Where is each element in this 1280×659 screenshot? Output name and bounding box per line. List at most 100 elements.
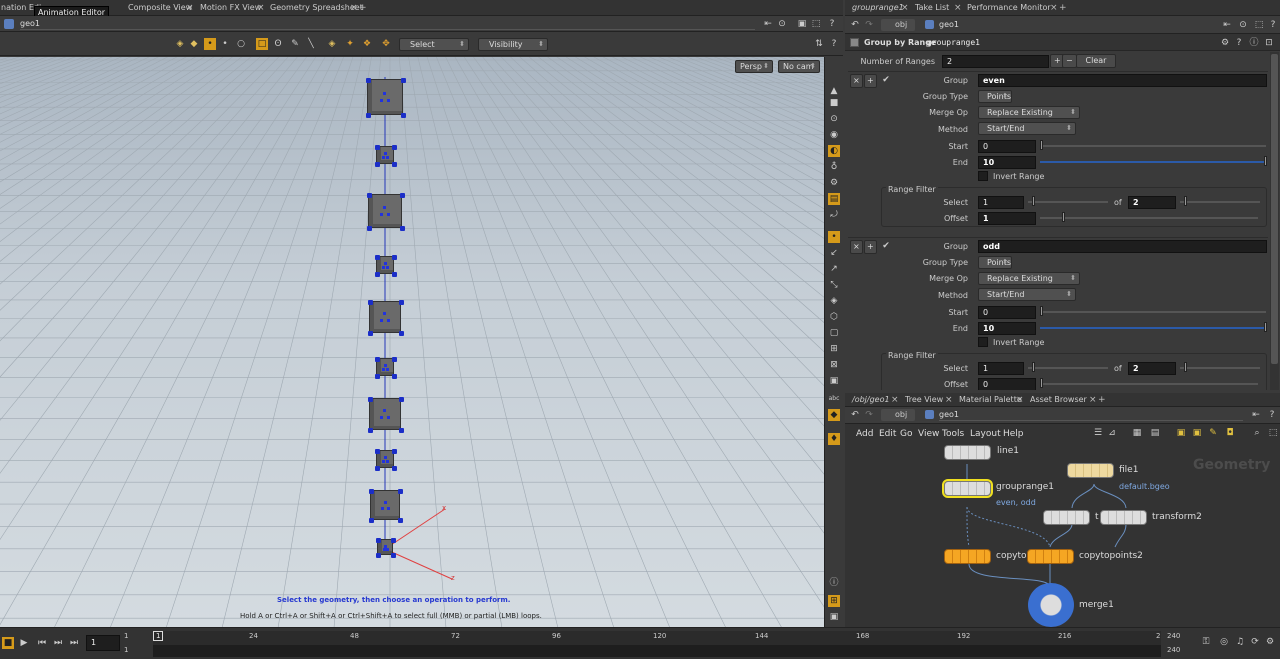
info-icon[interactable]: ⓘ <box>828 577 840 589</box>
close-icon[interactable]: × <box>186 0 194 16</box>
camera-dropdown[interactable]: No cam <box>778 60 820 73</box>
home-icon[interactable]: ▲ <box>828 85 840 97</box>
tab-tree-view[interactable]: Tree View <box>900 393 948 407</box>
paint-select-icon[interactable]: ✎ <box>289 38 301 50</box>
tab-obj-geo1[interactable]: /obj/geo1 <box>847 393 895 407</box>
close-icon[interactable]: × <box>901 0 909 16</box>
start-field[interactable]: 0 <box>978 306 1036 319</box>
close-icon[interactable]: × <box>1089 393 1097 407</box>
add-tab-icon[interactable]: + <box>1059 0 1067 16</box>
remove-block-button[interactable]: × <box>850 74 863 88</box>
instanced-cube[interactable] <box>375 449 397 471</box>
snap-icon[interactable]: ⊙ <box>828 113 840 125</box>
corner-point[interactable] <box>392 449 397 454</box>
corner-point[interactable] <box>392 162 397 167</box>
viewer-options-icon[interactable]: ▣ <box>796 18 808 30</box>
instanced-cube[interactable] <box>368 397 404 433</box>
gear-icon[interactable]: ⚙ <box>1219 37 1231 49</box>
box-select-icon[interactable]: □ <box>256 38 268 50</box>
text-icon[interactable]: abc <box>828 393 840 405</box>
corner-point[interactable] <box>392 466 397 471</box>
select-points-icon[interactable]: • <box>204 38 216 50</box>
forward-icon[interactable]: ↷ <box>863 409 875 421</box>
num-ranges-field[interactable]: 2 <box>942 55 1049 68</box>
corner-point[interactable] <box>368 331 373 336</box>
lock-icon[interactable]: ⊡ <box>1263 37 1275 49</box>
help-icon[interactable]: ? <box>1266 409 1278 421</box>
start-slider-handle[interactable] <box>1040 306 1043 316</box>
corner-point[interactable] <box>375 374 380 379</box>
corner-point[interactable] <box>375 272 380 277</box>
help-icon[interactable]: ? <box>1267 19 1279 31</box>
corner-point[interactable] <box>375 466 380 471</box>
group-field[interactable]: odd <box>978 240 1267 253</box>
link-icon[interactable]: ⊙ <box>776 18 788 30</box>
primnum-icon[interactable]: ⊠ <box>828 359 840 371</box>
maximize-icon[interactable]: ⬚ <box>1253 19 1265 31</box>
add-tab-icon[interactable]: + <box>1098 393 1106 407</box>
3d-viewport[interactable]: x z Persp No cam Select the geometry, th… <box>0 57 824 627</box>
corner-point[interactable] <box>376 553 381 558</box>
corner-point[interactable] <box>376 538 381 543</box>
end-frame-label[interactable]: 240 <box>1167 632 1180 640</box>
node-transform2[interactable] <box>1100 510 1147 525</box>
of-slider[interactable] <box>1180 367 1260 369</box>
tab-asset-browser[interactable]: Asset Browser <box>1025 393 1092 407</box>
corner-point[interactable] <box>375 145 380 150</box>
template-icon[interactable]: ▤ <box>828 193 840 205</box>
corner-point[interactable] <box>367 193 372 198</box>
path-obj[interactable]: obj <box>881 409 915 421</box>
corner-point[interactable] <box>399 428 404 433</box>
snapshot-icon[interactable]: ▣ <box>828 611 840 623</box>
display-icon[interactable]: ◉ <box>828 129 840 141</box>
lit-icon[interactable]: ♦ <box>828 433 840 445</box>
corner-point[interactable] <box>392 255 397 260</box>
corner-point[interactable] <box>392 374 397 379</box>
select-loop-icon[interactable]: ○ <box>235 38 247 50</box>
of-slider-handle[interactable] <box>1184 362 1187 372</box>
instanced-cube[interactable] <box>366 78 406 118</box>
path-dropdown[interactable] <box>939 409 1243 421</box>
node-grouprange1[interactable] <box>942 479 993 498</box>
vertex-icon[interactable]: ⊞ <box>828 343 840 355</box>
corner-point[interactable] <box>392 357 397 362</box>
step-back-icon[interactable]: ⏮ <box>36 637 48 649</box>
corner-point[interactable] <box>368 300 373 305</box>
node-copytopoints1[interactable] <box>944 549 991 564</box>
step-forward-icon[interactable]: ⏭ <box>52 637 64 649</box>
help-icon[interactable]: ? <box>826 18 838 30</box>
close-icon[interactable]: × <box>954 0 962 16</box>
tab-grouprange1[interactable]: grouprange1 <box>847 0 909 16</box>
offset-field[interactable]: 0 <box>978 378 1036 390</box>
corner-point[interactable] <box>366 78 371 83</box>
select-slider-handle[interactable] <box>1032 196 1035 206</box>
select-groups-icon[interactable]: ✦ <box>344 38 356 50</box>
insert-block-button[interactable]: + <box>864 240 877 254</box>
select-field[interactable]: 1 <box>978 362 1024 375</box>
current-frame-marker[interactable]: 1 <box>153 631 164 641</box>
select-objects-icon[interactable]: ◈ <box>174 38 186 50</box>
close-icon[interactable]: × <box>1016 393 1024 407</box>
check-icon[interactable]: ✔ <box>880 74 892 86</box>
end-frame-label-2[interactable]: 240 <box>1167 646 1180 654</box>
method-dropdown[interactable]: Start/End <box>978 288 1076 301</box>
node-file1[interactable] <box>1067 463 1114 478</box>
corner-point[interactable] <box>375 162 380 167</box>
tab-motion-fx-view[interactable]: Motion FX View <box>195 0 266 16</box>
tree-display-icon[interactable]: ⇅ <box>813 38 825 50</box>
ghost-icon[interactable]: ⤾ <box>828 209 840 221</box>
select-slider-handle[interactable] <box>1032 362 1035 372</box>
select-primitive-icon[interactable]: • <box>219 38 231 50</box>
end-slider-handle[interactable] <box>1264 156 1267 166</box>
corner-point[interactable] <box>391 553 396 558</box>
offset-slider[interactable] <box>1040 383 1258 385</box>
shading-icon[interactable]: ◐ <box>828 145 840 157</box>
close-icon[interactable]: × <box>945 393 953 407</box>
corner-point[interactable] <box>375 357 380 362</box>
loop-icon[interactable]: ⟳ <box>1249 636 1261 648</box>
select-slider[interactable] <box>1028 367 1108 369</box>
instanced-cube[interactable] <box>376 538 396 558</box>
jump-end-icon[interactable]: ⏭ <box>68 637 80 649</box>
corner-point[interactable] <box>369 489 374 494</box>
merge-op-dropdown[interactable]: Replace Existing <box>978 272 1080 285</box>
